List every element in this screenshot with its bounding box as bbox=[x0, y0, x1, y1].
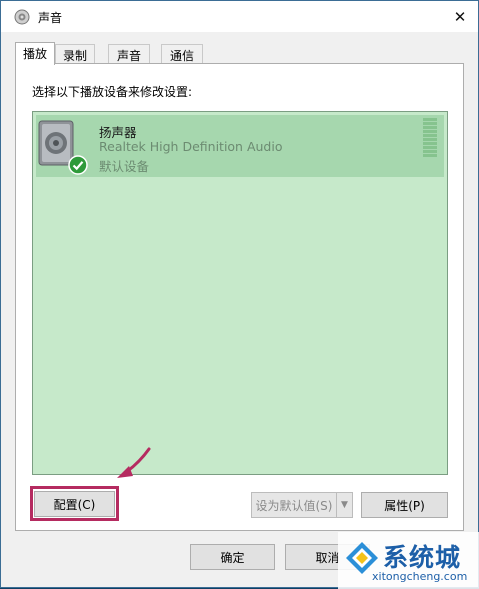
device-status: 默认设备 bbox=[99, 159, 150, 174]
ok-button[interactable]: 确定 bbox=[190, 544, 275, 570]
tab-communications[interactable]: 通信 bbox=[161, 44, 203, 63]
watermark-url: xitongcheng.com bbox=[372, 570, 468, 583]
tab-recording[interactable]: 录制 bbox=[55, 44, 95, 63]
window-title: 声音 bbox=[38, 11, 63, 25]
close-button[interactable]: ✕ bbox=[442, 1, 478, 32]
sound-dialog: 声音 ✕ 播放 录制 声音 通信 选择以下播放设备来修改设置: 扬声器 Real… bbox=[0, 0, 479, 589]
green-check-icon bbox=[68, 155, 88, 175]
configure-button[interactable]: 配置(C) bbox=[34, 491, 115, 517]
watermark-text: 系统城 bbox=[383, 543, 462, 572]
playback-panel: 选择以下播放设备来修改设置: 扬声器 Realtek High Definiti… bbox=[15, 63, 464, 531]
set-default-dropdown[interactable]: ▼ bbox=[336, 492, 353, 518]
title-bar: 声音 ✕ bbox=[1, 1, 478, 32]
list-item[interactable]: 扬声器 Realtek High Definition Audio 默认设备 bbox=[36, 115, 444, 177]
properties-button[interactable]: 属性(P) bbox=[361, 492, 448, 518]
set-default-button[interactable]: 设为默认值(S) bbox=[251, 492, 337, 518]
device-driver: Realtek High Definition Audio bbox=[99, 139, 283, 154]
sound-app-icon bbox=[14, 9, 30, 25]
device-list[interactable]: 扬声器 Realtek High Definition Audio 默认设备 bbox=[32, 111, 448, 475]
chevron-down-icon: ▼ bbox=[341, 500, 348, 510]
device-prompt: 选择以下播放设备来修改设置: bbox=[32, 85, 193, 99]
close-icon: ✕ bbox=[453, 7, 467, 26]
tab-playback[interactable]: 播放 bbox=[15, 42, 55, 65]
tab-sounds[interactable]: 声音 bbox=[108, 44, 150, 63]
watermark: 系统城 xitongcheng.com bbox=[338, 532, 479, 589]
pointer-arrow-icon bbox=[117, 447, 151, 478]
volume-meter bbox=[423, 118, 437, 159]
